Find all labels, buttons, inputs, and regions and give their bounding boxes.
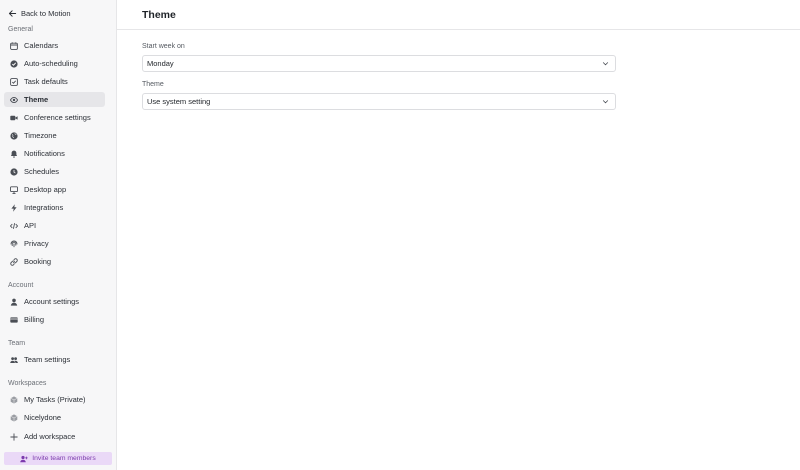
start-week-label: Start week on [142, 43, 185, 50]
bolt-icon [10, 203, 18, 212]
sidebar-item-notifications[interactable]: Notifications [4, 146, 105, 161]
sidebar-item-schedules[interactable]: Schedules [4, 164, 105, 179]
sidebar-item-label: Calendars [24, 41, 59, 50]
section-workspaces: Workspaces [8, 380, 47, 387]
sidebar-item-integrations[interactable]: Integrations [4, 200, 105, 215]
sidebar-item-my-tasks[interactable]: My Tasks (Private) [4, 392, 105, 407]
sidebar-item-timezone[interactable]: Timezone [4, 128, 105, 143]
theme-value: Use system setting [147, 97, 211, 106]
back-label: Back to Motion [21, 8, 71, 18]
sidebar-item-auto-scheduling[interactable]: Auto-scheduling [4, 56, 105, 71]
sidebar-item-label: Privacy [24, 239, 49, 248]
sidebar-item-label: Desktop app [24, 185, 67, 194]
sidebar-item-account-settings[interactable]: Account settings [4, 294, 105, 309]
sidebar-item-label: Integrations [24, 203, 64, 212]
chevron-down-icon [602, 98, 609, 105]
fingerprint-icon [10, 240, 18, 248]
globe-icon [10, 131, 18, 140]
users-icon [10, 356, 18, 364]
invite-team-members-button[interactable]: Invite team members [4, 452, 112, 465]
sidebar-item-task-defaults[interactable]: Task defaults [4, 74, 105, 89]
start-week-select[interactable]: Monday [142, 55, 616, 72]
invite-label: Invite team members [32, 455, 96, 462]
eye-icon [10, 96, 18, 104]
section-general: General [8, 26, 33, 33]
sidebar-item-label: My Tasks (Private) [24, 395, 86, 404]
sidebar-item-booking[interactable]: Booking [4, 254, 105, 269]
section-team: Team [8, 340, 26, 347]
user-plus-icon [20, 455, 28, 463]
calendar-icon [10, 41, 18, 50]
task-check-icon [10, 77, 18, 86]
sidebar-item-api[interactable]: API [4, 218, 105, 233]
back-to-motion-link[interactable]: Back to Motion [8, 7, 71, 19]
sidebar-item-nicelydone[interactable]: Nicelydone [4, 410, 105, 425]
sidebar-item-label: Auto-scheduling [24, 59, 78, 68]
theme-select[interactable]: Use system setting [142, 93, 616, 110]
arrow-left-icon [8, 9, 17, 18]
link-icon [10, 257, 18, 266]
credit-card-icon [10, 316, 18, 324]
sidebar-item-label: Account settings [24, 297, 80, 306]
sidebar-item-label: Theme [24, 95, 49, 104]
sidebar-item-label: Billing [24, 315, 45, 324]
sidebar-item-label: Conference settings [24, 113, 91, 122]
theme-label: Theme [142, 81, 164, 88]
cube-icon [10, 413, 18, 422]
sidebar-item-label: Booking [24, 257, 52, 266]
sidebar-item-calendars[interactable]: Calendars [4, 38, 105, 53]
user-icon [10, 298, 18, 306]
sidebar-item-conference-settings[interactable]: Conference settings [4, 110, 105, 125]
sidebar-item-privacy[interactable]: Privacy [4, 236, 105, 251]
sidebar-item-desktop-app[interactable]: Desktop app [4, 182, 105, 197]
page-title: Theme [142, 9, 176, 21]
sidebar-item-label: API [24, 221, 37, 230]
cube-icon [10, 395, 18, 404]
add-workspace-button[interactable]: Add workspace [4, 429, 105, 444]
plus-icon [10, 432, 18, 441]
chevron-down-icon [602, 60, 609, 67]
sidebar-item-label: Task defaults [24, 77, 68, 86]
sidebar-item-label: Notifications [24, 149, 65, 158]
monitor-icon [10, 185, 18, 194]
sidebar-item-theme[interactable]: Theme [4, 92, 105, 107]
code-icon [10, 222, 18, 230]
bell-icon [10, 150, 18, 158]
check-circle-icon [10, 59, 18, 68]
sidebar-item-label: Team settings [24, 355, 71, 364]
section-account: Account [8, 282, 34, 289]
video-icon [10, 114, 18, 122]
page-header: Theme [117, 0, 800, 30]
sidebar-item-label: Schedules [24, 167, 60, 176]
sidebar-item-label: Add workspace [24, 432, 76, 441]
sidebar-item-label: Timezone [24, 131, 57, 140]
sidebar-item-billing[interactable]: Billing [4, 312, 105, 327]
sidebar: Back to Motion General Calendars Auto-sc… [0, 0, 117, 470]
clock-icon [10, 167, 18, 176]
start-week-value: Monday [147, 59, 174, 68]
sidebar-item-team-settings[interactable]: Team settings [4, 352, 105, 367]
sidebar-item-label: Nicelydone [24, 413, 62, 422]
